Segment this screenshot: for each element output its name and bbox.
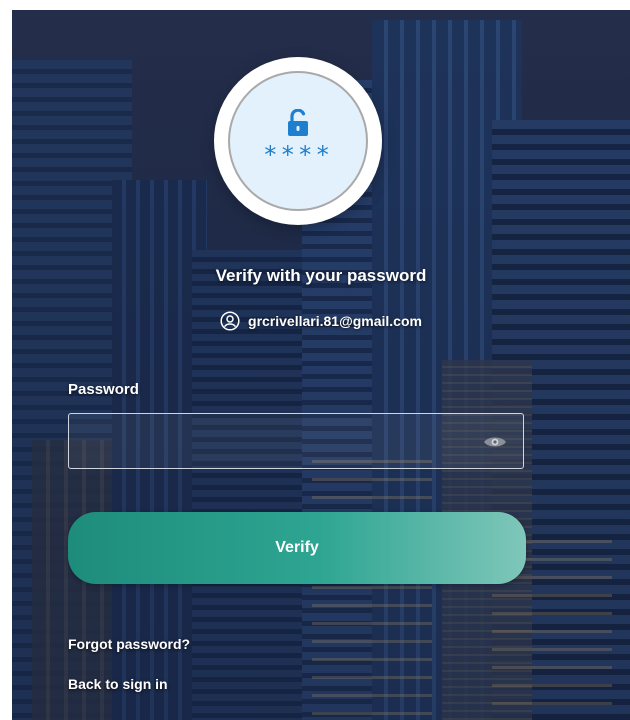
- password-badge: ****: [214, 57, 382, 225]
- user-circle-icon: [220, 311, 240, 331]
- password-field[interactable]: [68, 413, 524, 469]
- lock-open-icon: [288, 109, 308, 136]
- back-to-sign-in-link[interactable]: Back to sign in: [68, 676, 168, 692]
- user-email: grcrivellari.81@gmail.com: [248, 313, 422, 329]
- password-badge-inner: ****: [228, 71, 368, 211]
- password-input[interactable]: [69, 414, 493, 468]
- page-title: Verify with your password: [215, 266, 427, 285]
- masked-password-glyphs: ****: [263, 141, 333, 169]
- login-page: **** Verify with your password grcrivell…: [12, 10, 630, 720]
- forgot-password-link[interactable]: Forgot password?: [68, 636, 190, 652]
- password-label: Password: [68, 381, 139, 398]
- verify-button[interactable]: Verify: [68, 512, 526, 584]
- user-identifier: grcrivellari.81@gmail.com: [12, 311, 630, 331]
- verify-card: **** Verify with your password grcrivell…: [12, 10, 630, 720]
- eye-icon[interactable]: [483, 435, 507, 449]
